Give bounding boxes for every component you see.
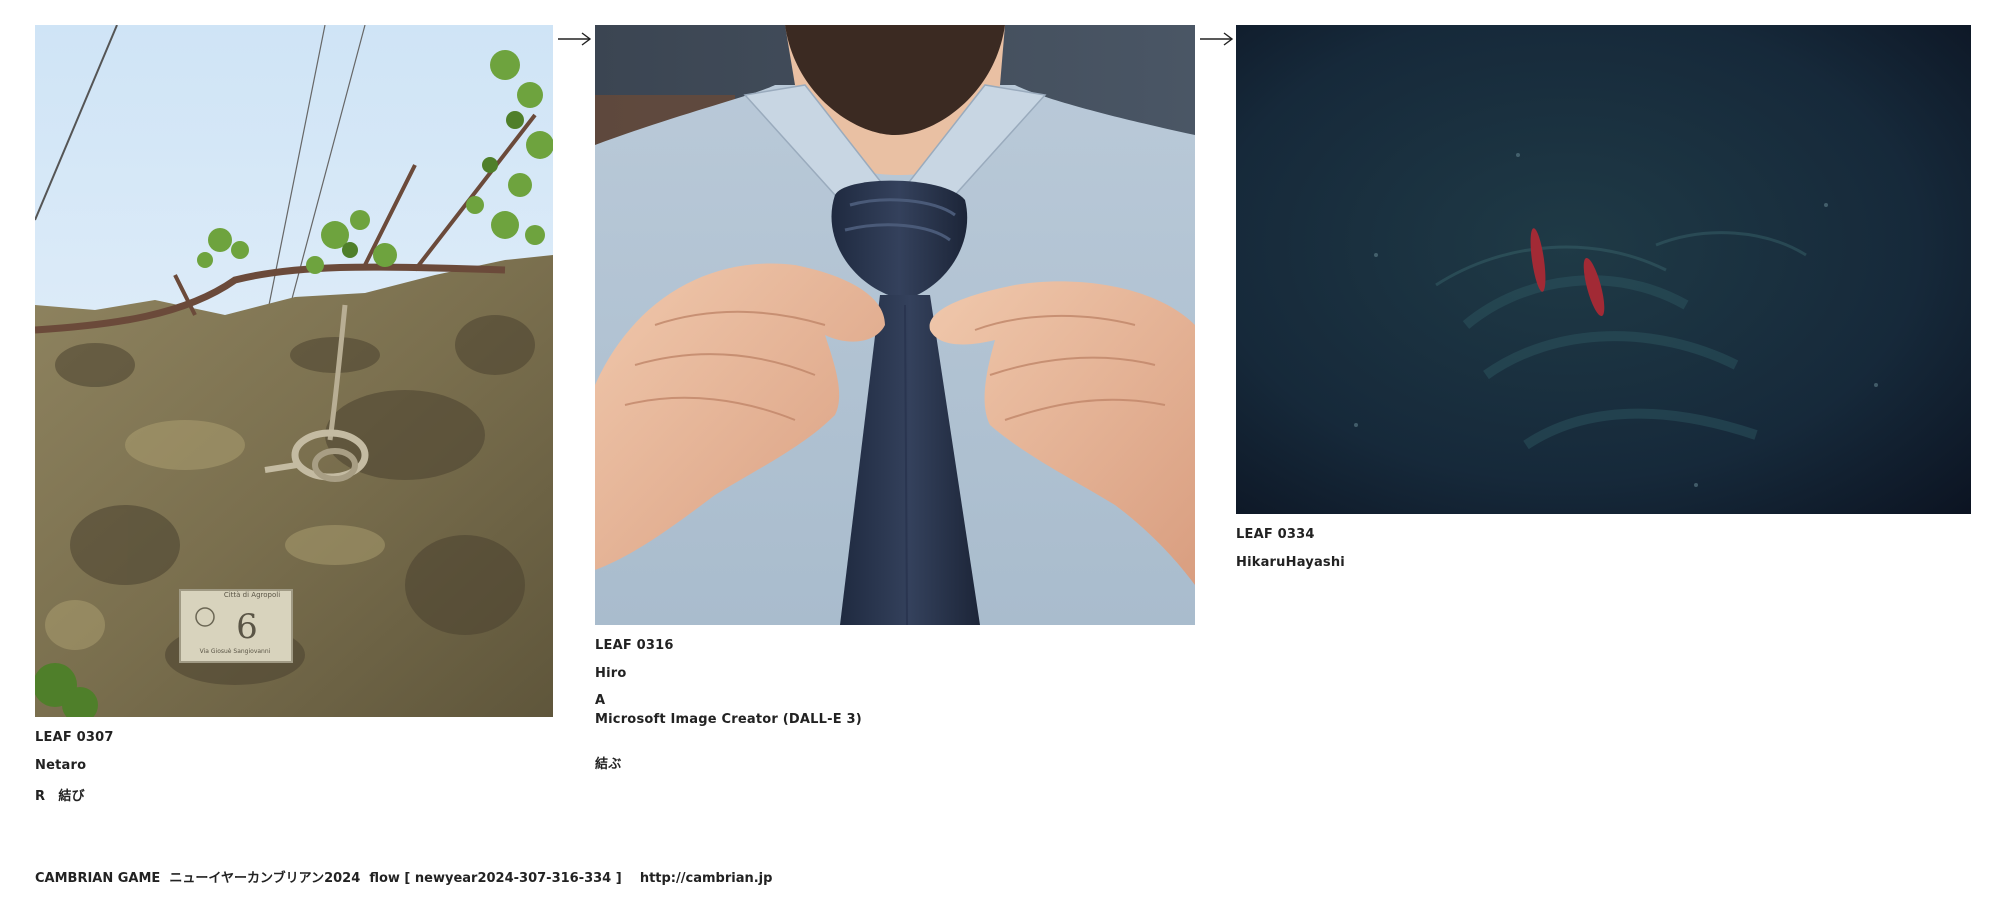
leaf-line-1: A <box>595 693 606 708</box>
svg-text:Via Giosuè Sangiovanni: Via Giosuè Sangiovanni <box>200 648 271 655</box>
leaf-line-3: 結ぶ <box>595 757 622 772</box>
leaf-note: R 結び <box>35 789 85 804</box>
leaf-author[interactable]: Netaro <box>35 758 553 773</box>
leaf-id: LEAF 0307 <box>35 730 114 745</box>
leaf-author[interactable]: Hiro <box>595 666 1195 681</box>
leaf-image-tie[interactable] <box>595 25 1195 625</box>
arrow-right-icon <box>558 32 592 46</box>
leaf-0334: LEAF 0334 HikaruHayashi <box>1236 25 1971 570</box>
leaf-0307: Città di Agropoli 6 Via Giosuè Sangiovan… <box>35 25 553 804</box>
footer-url[interactable]: http://cambrian.jp <box>640 871 773 886</box>
footer: CAMBRIAN GAME ニューイヤーカンブリアン2024 flow [ ne… <box>35 867 772 886</box>
leaf-id: LEAF 0316 <box>595 638 674 653</box>
leaf-image-water[interactable] <box>1236 25 1971 514</box>
leaf-0316: LEAF 0316 Hiro A Microsoft Image Creator… <box>595 25 1195 772</box>
footer-flow[interactable]: flow [ newyear2024-307-316-334 ] <box>369 871 621 886</box>
water-fish-photo <box>1236 25 1971 514</box>
leaf-id: LEAF 0334 <box>1236 527 1315 542</box>
leaf-author[interactable]: HikaruHayashi <box>1236 555 1971 570</box>
arrow-right-icon <box>1200 32 1234 46</box>
leaf-image-wall-rope[interactable]: Città di Agropoli 6 Via Giosuè Sangiovan… <box>35 25 553 717</box>
tie-photo <box>595 25 1195 625</box>
leaf-line-2: Microsoft Image Creator (DALL-E 3) <box>595 712 862 727</box>
svg-text:Città di Agropoli: Città di Agropoli <box>224 591 280 599</box>
page: Città di Agropoli 6 Via Giosuè Sangiovan… <box>0 0 2006 900</box>
footer-event[interactable]: ニューイヤーカンブリアン2024 <box>169 871 360 886</box>
wall-rope-photo: Città di Agropoli 6 Via Giosuè Sangiovan… <box>35 25 553 717</box>
footer-game[interactable]: CAMBRIAN GAME <box>35 871 160 886</box>
svg-text:6: 6 <box>236 607 258 647</box>
